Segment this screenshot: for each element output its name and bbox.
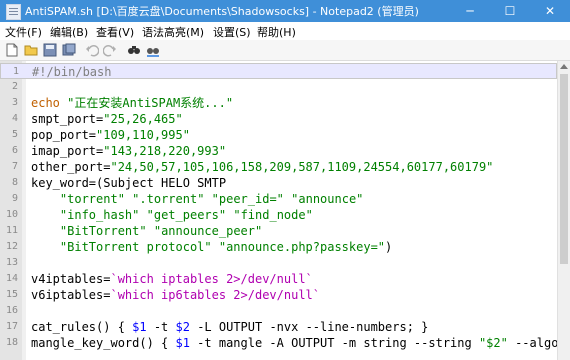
title-bar: AntiSPAM.sh [D:\百度云盘\Documents\Shadowsoc… — [0, 0, 570, 22]
code-line[interactable]: 1 #!/bin/bash — [0, 63, 557, 79]
undo-icon[interactable] — [85, 43, 99, 57]
line-text: v6iptables=`which ip6tables 2>/dev/null` — [31, 288, 320, 302]
replace-icon[interactable] — [146, 43, 160, 57]
code-line[interactable]: 12 "BitTorrent protocol" "announce.php?p… — [0, 239, 557, 255]
line-number: 2 — [11, 81, 18, 92]
line-text: "BitTorrent protocol" "announce.php?pass… — [59, 240, 393, 254]
line-number: 11 — [5, 225, 18, 236]
vertical-scrollbar[interactable] — [557, 61, 570, 360]
line-number: 10 — [5, 209, 18, 220]
code-line[interactable]: 15 v6iptables=`which ip6tables 2>/dev/nul… — [0, 287, 557, 303]
menu-view[interactable]: 查看(V) — [96, 24, 134, 40]
save-as-icon[interactable] — [62, 43, 76, 57]
code-line[interactable]: 18 mangle_key_word() { $1 -t mangle -A OU… — [0, 335, 570, 351]
menu-file[interactable]: 文件(F) — [5, 24, 42, 40]
line-number: 3 — [11, 97, 18, 108]
line-number: 6 — [11, 145, 18, 156]
code-line[interactable]: 3 echo "正在安装AntiSPAM系统..." — [0, 95, 557, 111]
code-line[interactable]: 7 other_port="24,50,57,105,106,158,209,58… — [0, 159, 557, 175]
code-line[interactable]: 9 "torrent" ".torrent" "peer_id=" "annou… — [0, 191, 557, 207]
code-line[interactable]: 5 pop_port="109,110,995" — [0, 127, 557, 143]
line-text: echo "正在安装AntiSPAM系统..." — [31, 96, 234, 110]
menu-syntax[interactable]: 语法高亮(M) — [142, 24, 204, 40]
line-number: 7 — [11, 161, 18, 172]
close-button[interactable]: ✕ — [530, 0, 570, 22]
line-text: v4iptables=`which iptables 2>/dev/null` — [31, 272, 313, 286]
open-folder-icon[interactable] — [24, 43, 38, 57]
code-line[interactable]: 14 v4iptables=`which iptables 2>/dev/null… — [0, 271, 557, 287]
line-number: 18 — [5, 337, 18, 348]
code-line[interactable]: 2 — [0, 79, 557, 95]
line-text: imap_port="143,218,220,993" — [31, 144, 227, 158]
line-number: 17 — [5, 321, 18, 332]
code-line[interactable]: 4 smpt_port="25,26,465" — [0, 111, 557, 127]
find-icon[interactable] — [127, 43, 141, 57]
line-number: 15 — [5, 289, 18, 300]
line-text: key_word=(Subject HELO SMTP — [31, 176, 227, 190]
line-text: "BitTorrent" "announce_peer" — [59, 224, 263, 238]
line-number: 4 — [11, 113, 18, 124]
redo-icon[interactable] — [103, 43, 117, 57]
menu-settings[interactable]: 设置(S) — [213, 24, 251, 40]
line-text: other_port="24,50,57,105,106,158,209,587… — [31, 160, 494, 174]
code-editor[interactable]: 1 #!/bin/bash 2 3 echo "正在安装AntiSPAM系统..." 4 s… — [0, 61, 570, 360]
line-text: #!/bin/bash — [32, 65, 112, 79]
code-line[interactable]: 11 "BitTorrent" "announce_peer" — [0, 223, 557, 239]
line-number: 13 — [5, 257, 18, 268]
line-number: 9 — [11, 193, 18, 204]
line-number: 5 — [11, 129, 18, 140]
menu-bar: 文件(F) 编辑(B) 查看(V) 语法高亮(M) 设置(S) 帮助(H) — [0, 22, 570, 40]
code-line[interactable]: 6 imap_port="143,218,220,993" — [0, 143, 557, 159]
maximize-button[interactable]: ☐ — [490, 0, 530, 22]
line-number: 12 — [5, 241, 18, 252]
line-text: cat_rules() { $1 -t $2 -L OUTPUT -nvx --… — [31, 320, 429, 334]
code-line[interactable]: 10 "info_hash" "get_peers" "find_node" — [0, 207, 557, 223]
line-text: mangle_key_word() { $1 -t mangle -A OUTP… — [31, 336, 570, 350]
scroll-up-arrow-icon[interactable] — [560, 64, 568, 69]
line-text: smpt_port="25,26,465" — [31, 112, 183, 126]
menu-help[interactable]: 帮助(H) — [257, 24, 296, 40]
code-line[interactable]: 13 — [0, 255, 557, 271]
minimize-button[interactable]: ─ — [450, 0, 490, 22]
new-file-icon[interactable] — [5, 43, 19, 57]
code-line[interactable]: 8 key_word=(Subject HELO SMTP — [0, 175, 557, 191]
line-text: "torrent" ".torrent" "peer_id=" "announc… — [59, 192, 364, 206]
menu-edit[interactable]: 编辑(B) — [50, 24, 88, 40]
code-line[interactable]: 16 — [0, 303, 557, 319]
scrollbar-thumb[interactable] — [560, 74, 568, 264]
line-number: 1 — [12, 66, 19, 77]
toolbar — [0, 40, 570, 61]
line-number: 14 — [5, 273, 18, 284]
line-text: pop_port="109,110,995" — [31, 128, 190, 142]
save-icon[interactable] — [43, 43, 57, 57]
line-number: 8 — [11, 177, 18, 188]
line-number: 16 — [5, 305, 18, 316]
window-title: AntiSPAM.sh [D:\百度云盘\Documents\Shadowsoc… — [25, 5, 419, 18]
code-line[interactable]: 17 cat_rules() { $1 -t $2 -L OUTPUT -nvx … — [0, 319, 557, 335]
line-text: "info_hash" "get_peers" "find_node" — [59, 208, 313, 222]
notepad-app-icon — [6, 4, 21, 20]
